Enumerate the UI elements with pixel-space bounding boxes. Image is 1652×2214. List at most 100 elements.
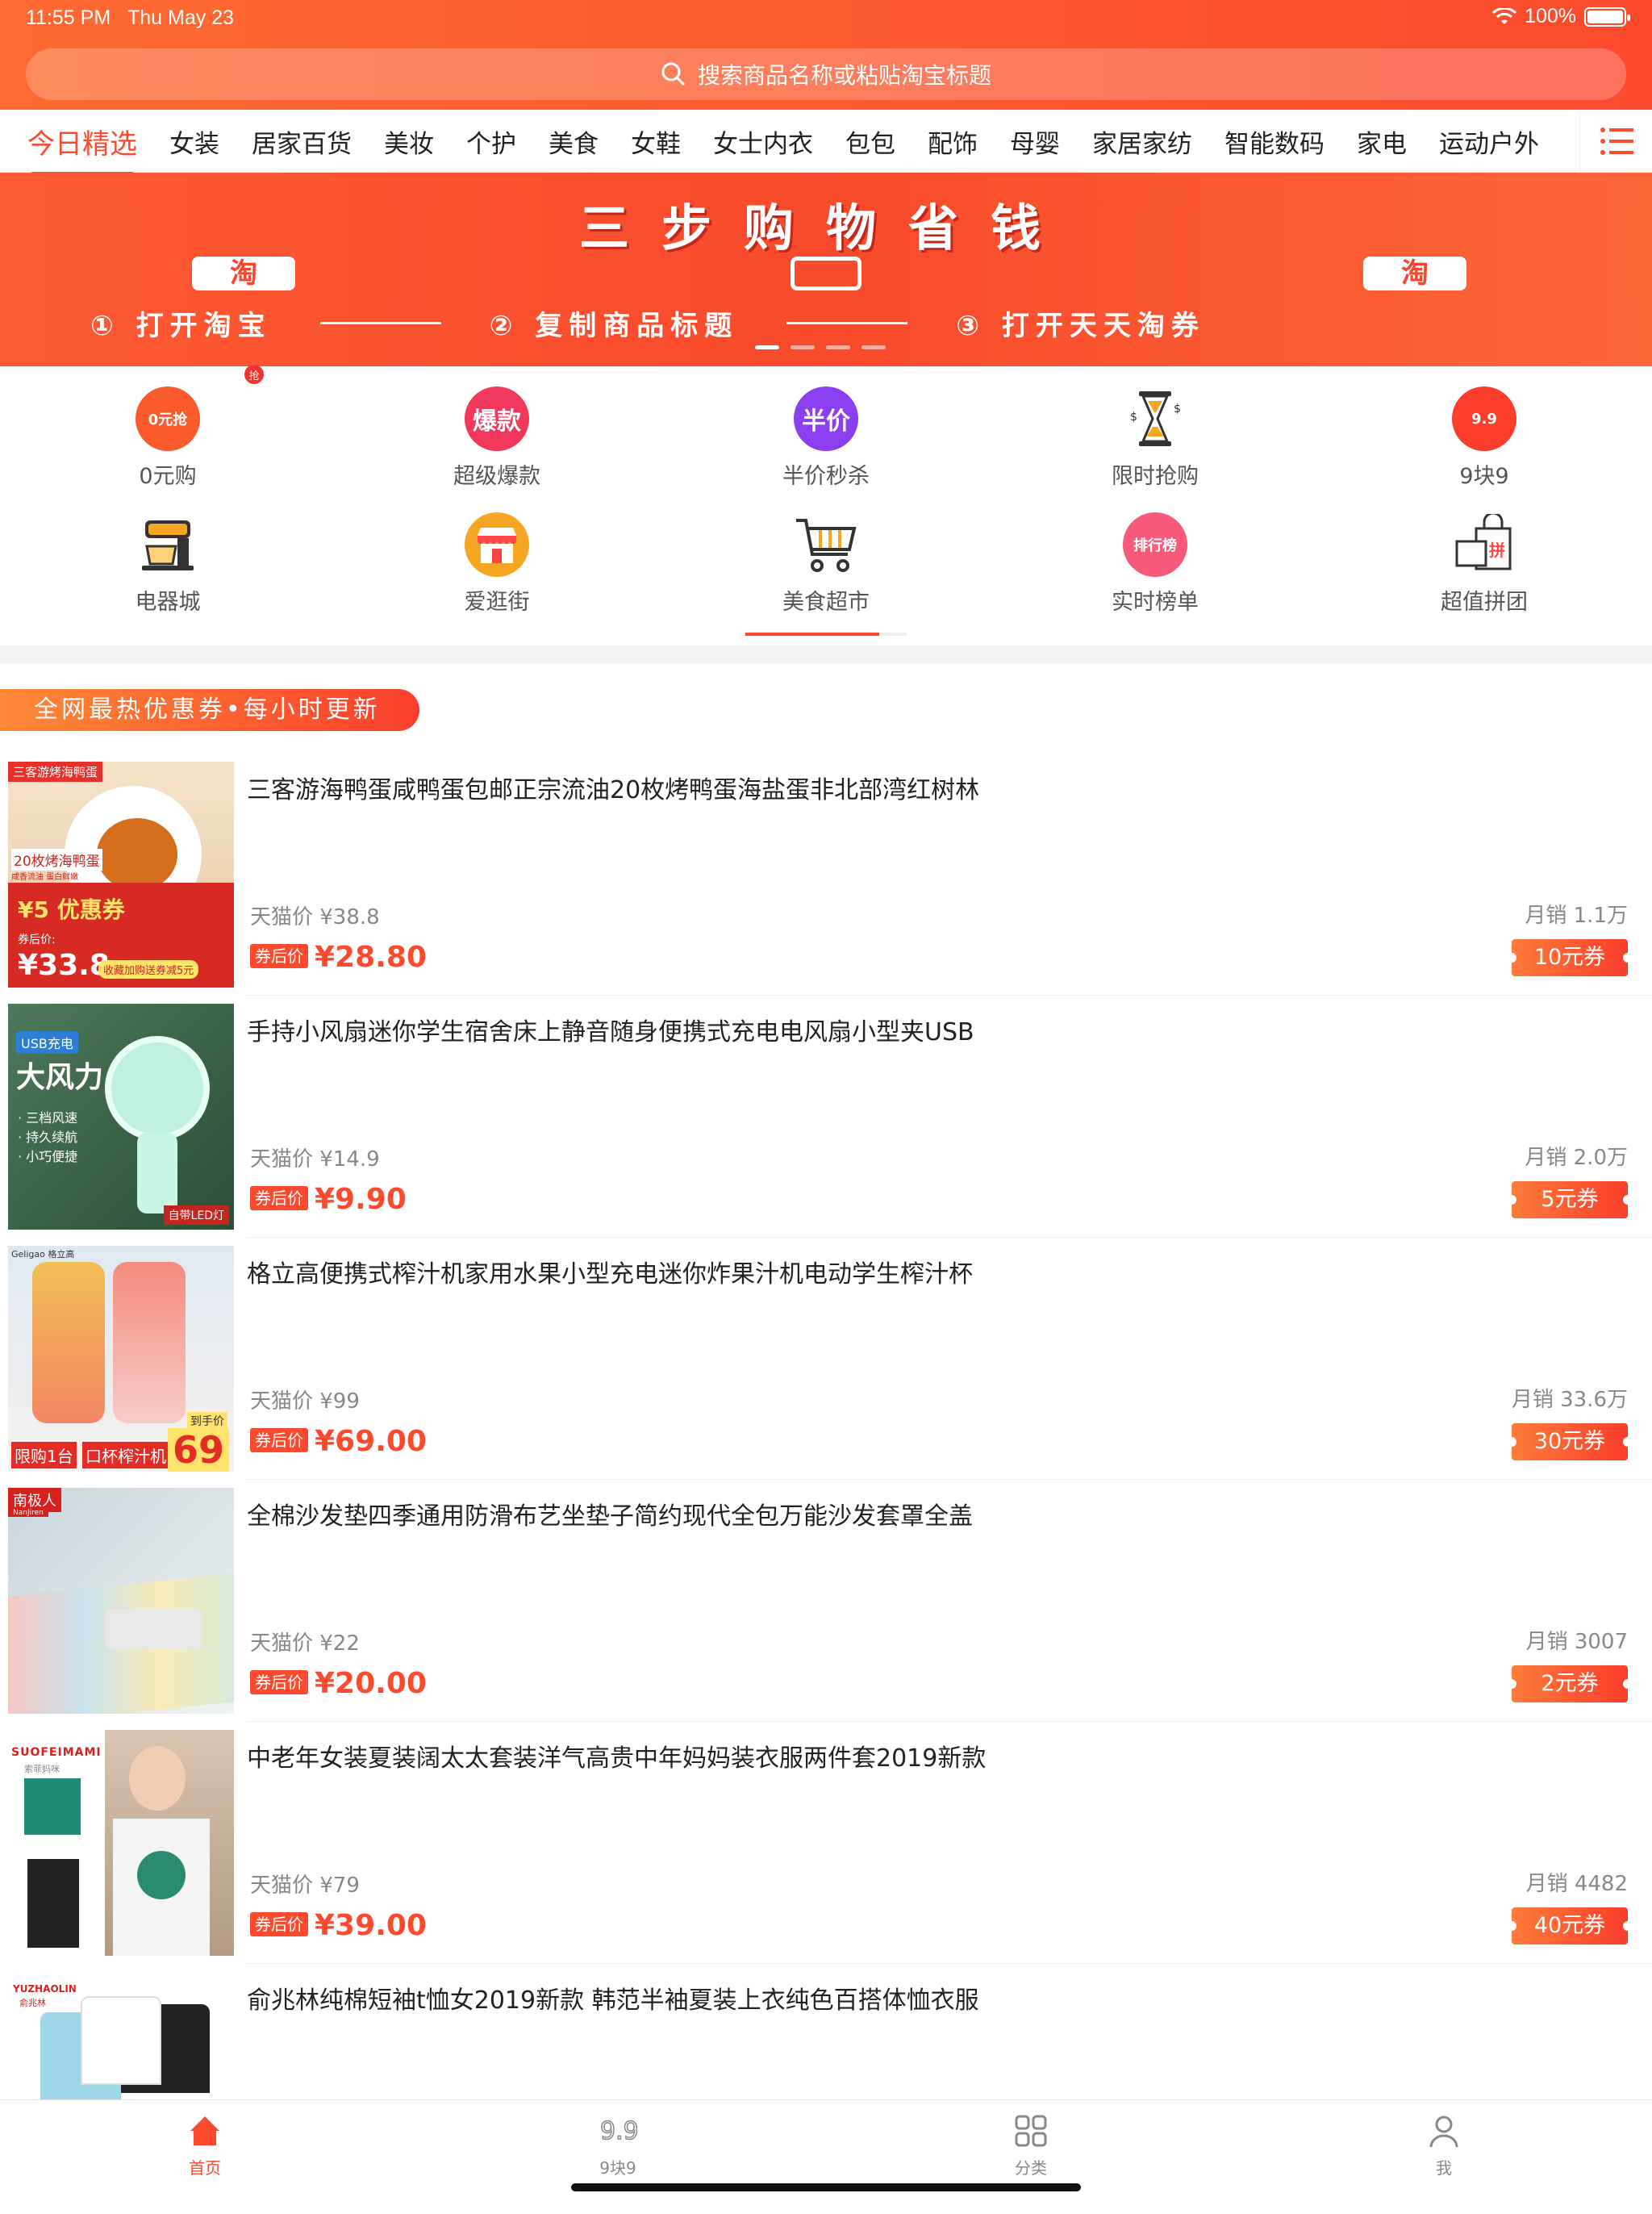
category-tab[interactable]: 美妆	[384, 123, 434, 160]
thumb-text: 20枚烤海鸭蛋	[11, 849, 102, 871]
thumb-text: Geligao 格立高	[11, 1249, 75, 1259]
thumb-text: SUOFEIMAMI	[11, 1746, 102, 1759]
thumb-text: 咸香流油 蛋白鲜嫩	[11, 873, 79, 882]
feature-half-price[interactable]: 半价 半价秒杀	[661, 386, 991, 490]
product-thumbnail: SUOFEIMAMI 索菲妈咪	[8, 1730, 234, 1956]
coupon-button[interactable]: 5元券	[1507, 1181, 1633, 1218]
product-original-price: 天猫价 ¥99	[250, 1389, 360, 1414]
item-separator	[247, 1237, 1652, 1238]
tab-home[interactable]: 首页	[132, 2112, 277, 2178]
product-monthly-sales: 月销 3007	[1525, 1630, 1628, 1654]
category-tab[interactable]: 女士内衣	[713, 123, 813, 160]
feature-hot[interactable]: 爆款 超级爆款	[332, 386, 661, 490]
coupon-button[interactable]: 2元券	[1507, 1665, 1633, 1702]
tab-label: 我	[1436, 2158, 1452, 2178]
feature-cart[interactable]: 美食超市	[661, 512, 991, 616]
status-time-text: 11:55 PM	[26, 6, 111, 29]
thumb-text: 俞兆林	[19, 1998, 46, 2008]
banner-steps: ① 打开淘宝 ② 复制商品标题 ③ 打开天天淘券	[90, 303, 1623, 343]
icon-grid-pager-active	[745, 633, 879, 636]
mixer-icon	[135, 512, 201, 578]
category-tab[interactable]: 女鞋	[631, 123, 681, 160]
product-thumbnail: 南极人 NanJiren	[8, 1488, 234, 1714]
category-tabs: 今日精选 女装 居家百货 美妆 个护 美食 女鞋 女士内衣 包包 配饰 母婴 家居家纺 智能数码 家电 运动…	[0, 110, 1571, 176]
product-monthly-sales: 月销 2.0万	[1525, 1146, 1628, 1170]
feature-label: 实时榜单	[1112, 590, 1199, 615]
feature-shop[interactable]: 爱逛街	[332, 512, 661, 616]
category-tab[interactable]: 运动户外	[1439, 123, 1539, 160]
category-tab[interactable]: 个护	[466, 123, 516, 160]
home-indicator	[571, 2183, 1081, 2191]
feature-nine-nine[interactable]: 9.9 9块9	[1320, 386, 1649, 490]
icon-grid-pager	[745, 633, 907, 636]
product-title: 格立高便携式榨汁机家用水果小型充电迷你炸果汁机电动学生榨汁杯	[247, 1260, 973, 1289]
thumb-text: 券后价:	[18, 934, 56, 946]
feature-mixer[interactable]: 电器城	[3, 512, 332, 616]
feature-hourglass[interactable]: $ $ 限时抢购	[991, 386, 1320, 490]
coupon-button[interactable]: 10元券	[1507, 939, 1633, 976]
promo-banner[interactable]: 三步购物省钱 淘 淘 ① 打开淘宝 ② 复制商品标题 ③ 打开天天淘券	[0, 173, 1652, 366]
product-original-price: 天猫价 ¥79	[250, 1874, 360, 1898]
coupon-button[interactable]: 30元券	[1507, 1423, 1633, 1460]
product-coupon-price: ¥39.00	[315, 1909, 427, 1942]
banner-pager-dots	[755, 345, 886, 349]
tab-nine-nine-tab[interactable]: 9.9 9块9	[545, 2112, 690, 2178]
category-tab[interactable]: 今日精选	[27, 122, 137, 176]
nine-nine-tab-icon: 9.9	[599, 2112, 637, 2150]
product-title: 全棉沙发垫四季通用防滑布艺坐垫子简约现代全包万能沙发套罩全盖	[247, 1502, 973, 1531]
coupon-price-label: 券后价	[250, 1186, 308, 1210]
category-grid-icon	[1012, 2112, 1050, 2150]
category-tab[interactable]: 包包	[845, 123, 895, 160]
category-tab[interactable]: 美食	[549, 123, 599, 160]
thumb-text: 收藏加购送券减5元	[98, 960, 199, 979]
feature-label: 0元购	[139, 464, 197, 489]
tab-category-grid[interactable]: 分类	[958, 2112, 1103, 2178]
category-tab[interactable]: 女装	[169, 123, 219, 160]
product-item[interactable]: SUOFEIMAMI 索菲妈咪 中老年女装夏装阔太太套装洋气高贵中年妈妈装衣服两件套…	[0, 1730, 1652, 1972]
feature-label: 超值拼团	[1441, 590, 1528, 615]
item-separator	[247, 1721, 1652, 1722]
feature-group-buy[interactable]: 拼超值拼团	[1320, 512, 1649, 616]
feature-gift[interactable]: 0元抢抢 0元购	[3, 365, 332, 490]
tab-profile[interactable]: 我	[1371, 2112, 1516, 2178]
product-item[interactable]: 三客游烤海鸭蛋 20枚烤海鸭蛋 咸香流油 蛋白鲜嫩 ¥5 优惠券 券后价: ¥33.8 收藏…	[0, 762, 1652, 1004]
svg-text:拼: 拼	[1489, 541, 1505, 560]
item-separator	[247, 1479, 1652, 1480]
thumb-text: YUZHAOLIN	[13, 1983, 77, 1995]
thumb-text: NanJiren	[8, 1509, 48, 1517]
thumb-text: 索菲妈咪	[24, 1764, 60, 1774]
product-item[interactable]: 南极人 NanJiren 全棉沙发垫四季通用防滑布艺坐垫子简约现代全包万能沙发套罩全…	[0, 1488, 1652, 1730]
product-item[interactable]: Geligao 格立高 限购1台 口杯榨汁机 到手价 69 格立高便携式榨汁机家用水果小型…	[0, 1246, 1652, 1488]
category-menu-button[interactable]	[1579, 110, 1652, 173]
taobao-logo-icon-2: 淘	[1363, 257, 1466, 290]
profile-icon	[1425, 2112, 1463, 2150]
banner-dot	[826, 345, 850, 349]
status-date: Thu May 23	[127, 6, 235, 29]
banner-step-divider	[786, 322, 908, 324]
feature-icon-grid: 0元抢抢 0元购 爆款 超级爆款 半价 半价秒杀 $ $ 限时抢购 9.9 9块9 电器城 爱逛街 美食超…	[0, 365, 1652, 642]
copy-title-icon	[791, 257, 861, 290]
thumb-text: · 小巧便捷	[18, 1149, 78, 1164]
product-original-price: 天猫价 ¥38.8	[250, 905, 380, 929]
product-title: 手持小风扇迷你学生宿舍床上静音随身便携式充电电风扇小型夹USB	[247, 1018, 974, 1046]
category-tab[interactable]: 智能数码	[1224, 123, 1325, 160]
banner-dot	[861, 345, 886, 349]
coupon-price-label: 券后价	[250, 1912, 308, 1936]
thumb-text: 口杯榨汁机	[82, 1442, 169, 1468]
category-tab[interactable]: 家居家纺	[1092, 123, 1192, 160]
banner-title: 三步购物省钱	[578, 198, 1073, 257]
category-tab[interactable]: 家电	[1357, 123, 1407, 160]
search-bar[interactable]: 搜索商品名称或粘贴淘宝标题	[26, 48, 1626, 100]
thumb-text: ¥5 优惠券	[18, 896, 125, 923]
product-item[interactable]: USB充电 大风力 · 三档风速 · 持久续航 · 小巧便捷 自带LED灯 手持小风扇迷你学…	[0, 1004, 1652, 1246]
battery-icon	[1584, 6, 1630, 27]
feature-ranking[interactable]: 排行榜 实时榜单	[991, 512, 1320, 616]
product-monthly-sales: 月销 1.1万	[1525, 904, 1628, 928]
group-buy-icon: 拼	[1451, 512, 1517, 578]
coupon-button[interactable]: 40元券	[1507, 1907, 1633, 1945]
category-tab[interactable]: 母婴	[1010, 123, 1060, 160]
shop-icon	[464, 512, 530, 578]
category-tab[interactable]: 居家百货	[252, 123, 352, 160]
category-tab[interactable]: 配饰	[928, 123, 978, 160]
product-coupon-price: ¥28.80	[315, 941, 427, 974]
